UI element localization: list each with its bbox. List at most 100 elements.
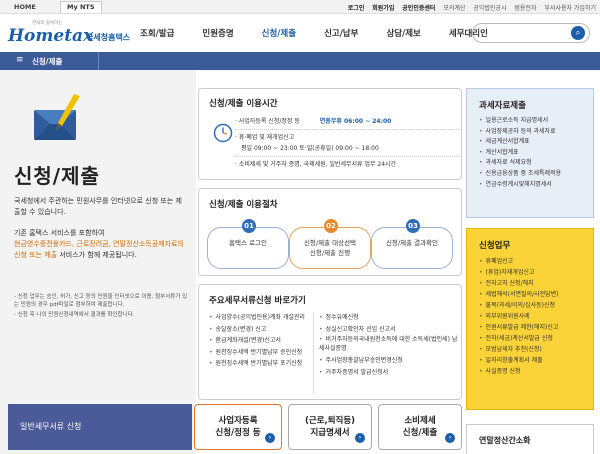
envelope-pen-icon — [34, 94, 80, 140]
page-title: 신청/제출 — [14, 164, 100, 188]
hours-card: 신청/제출 이용시간 · 사업자등록 신청/정정 등 연중무휴 06:00 ~ … — [198, 88, 462, 180]
tax-materials-panel: 과세자료제출 일용근로소득 지급명세서 사업장제공자 등의 과세자료 세금계산서… — [466, 88, 594, 218]
shortcut-link[interactable]: 주사업장총괄납부승인변경신청 — [319, 355, 459, 367]
step-number: 02 — [324, 219, 338, 233]
column-divider — [313, 312, 314, 394]
utility-links: 로그인 회원가입 공인인증센터 모의계산 공익법인공시 범용전자 부서사용자 가… — [342, 3, 596, 12]
consumption-tax-button[interactable]: 소비제세 신청/제출 › — [378, 404, 462, 450]
shortcut-link[interactable]: 정수유예신청 — [319, 312, 459, 324]
shortcut-link[interactable]: 환급계좌개설(변경)신고서 — [209, 335, 305, 347]
nav-certificates[interactable]: 민원증명 — [202, 27, 233, 39]
procedure-step-3[interactable]: 신청/제출 결과확인 03 — [371, 219, 453, 271]
my-nts-tab[interactable]: My NTS — [60, 1, 102, 13]
tax-materials-title: 과세자료제출 — [479, 101, 526, 111]
logo-text: Hometax — [8, 26, 94, 46]
signup-link[interactable]: 회원가입 — [372, 5, 394, 12]
intro-description: 국세청에서 주관하는 민원사무를 인터넷으로 신청 또는 제출할 수 있습니다. — [14, 197, 182, 216]
shortcut-link[interactable]: 거주자증명서 발급신청서 — [319, 367, 459, 379]
materials-link[interactable]: 신용금융상품 중 조세특례적용 — [479, 169, 589, 180]
nav-consult[interactable]: 상담/제보 — [386, 27, 420, 39]
shortcuts-card: 주요세무서류신청 바로가기 사업양수(공익법인용)계좌 개설관리 송달장소(변경… — [198, 284, 462, 400]
sub-navigation: ≡ 신청/제출 — [0, 52, 600, 70]
mock-calc-link[interactable]: 모의계산 — [443, 5, 465, 12]
apply-link[interactable]: 인원서류발급 제한(해지)신고 — [479, 322, 589, 333]
hours-row-2: · 휴·폐업 및 재개업신고 — [235, 129, 459, 143]
clock-icon — [213, 123, 233, 143]
top-utility-bar: HOME My NTS 로그인 회원가입 공인인증센터 모의계산 공익법인공시 … — [0, 0, 600, 14]
shortcuts-left-list: 사업양수(공익법인용)계좌 개설관리 송달장소(변경) 신고 환급계좌개설(변경… — [209, 312, 305, 370]
search-icon[interactable]: ⌕ — [571, 26, 585, 40]
universal-link[interactable]: 범용전자 — [514, 5, 536, 12]
materials-link[interactable]: 일용근로소득 지급명세서 — [479, 116, 589, 127]
year-end-title: 연말정산간소화 — [479, 436, 531, 445]
procedure-card: 신청/제출 이용절차 홈택스 로그인 01 신청/제출 대상선택 신청/제출 진행… — [198, 188, 462, 276]
arrow-right-icon: › — [355, 433, 365, 443]
logo-subtext: 국세청홈택스 — [86, 33, 131, 42]
materials-link[interactable]: 계산서합계표 — [479, 148, 589, 159]
subnav-title[interactable]: 신청/제출 — [32, 56, 62, 67]
payment-statement-button[interactable]: (근로,퇴직등) 지급명세서 › — [288, 404, 372, 450]
year-end-panel[interactable]: 연말정산간소화 — [466, 424, 594, 454]
left-intro-panel: 신청/제출 국세청에서 주관하는 민원사무를 인터넷으로 신청 또는 제출할 수… — [0, 70, 196, 454]
shortcut-link[interactable]: 원천징수세액 반기별납부 포기신청 — [209, 358, 305, 370]
hours-title: 신청/제출 이용시간 — [209, 99, 278, 109]
procedure-step-1[interactable]: 홈택스 로그인 01 — [207, 219, 289, 271]
arrow-right-icon: › — [445, 433, 455, 443]
shortcut-link[interactable]: 사업양수(공익법인용)계좌 개설관리 — [209, 312, 305, 324]
hours-rows: · 사업자등록 신청/정정 등 연중무휴 06:00 ~ 24:00 · 휴·폐… — [235, 116, 459, 170]
main-nav: 조회/발급 민원증명 신청/제출 신고/납부 상담/제보 세무대리인 — [140, 14, 516, 52]
nav-inquiry[interactable]: 조회/발급 — [140, 27, 174, 39]
shortcuts-title: 주요세무서류신청 바로가기 — [209, 296, 306, 306]
service-desc-b: 서비스가 함께 제공됩니다. — [59, 251, 137, 259]
materials-link[interactable]: 연금수령계시및해지명세서 — [479, 180, 589, 191]
shortcut-link[interactable]: 송달장소(변경) 신고 — [209, 324, 305, 336]
nav-report-pay[interactable]: 신고/납부 — [324, 27, 358, 39]
home-tab[interactable]: HOME — [14, 3, 36, 11]
note-2: - 신청 후 나의 민원신청내역에서 결과를 확인합니다. — [14, 312, 135, 318]
hours-row-3: 평일 09:00 ~ 23:00 토·일(공휴일) 09:00 ~ 18:00 — [241, 145, 379, 152]
apply-link[interactable]: 세법해석(서면질의/사전답변) — [479, 289, 589, 300]
apply-link[interactable]: 불복(과세/이의/심사등)신청 — [479, 300, 589, 311]
procedure-step-2[interactable]: 신청/제출 대상선택 신청/제출 진행 02 — [289, 219, 371, 271]
nav-apply-submit[interactable]: 신청/제출 — [262, 27, 296, 39]
note-1: - 신청 업무는 승인, 허가, 신고 등의 민원을 인터넷으로 이용, 첨부서… — [14, 294, 188, 308]
hometax-logo[interactable]: 한국의 앞서가는 Hometax 국세청홈택스 — [6, 20, 136, 50]
materials-link[interactable]: 과세자료 석제요청 — [479, 158, 589, 169]
procedure-title: 신청/제출 이용절차 — [209, 200, 278, 210]
business-registration-button[interactable]: 사업자등록 신청/정정 등 › — [194, 404, 282, 450]
main-header: 한국의 앞서가는 Hometax 국세청홈택스 조회/발급 민원증명 신청/제출… — [0, 14, 600, 52]
login-link[interactable]: 로그인 — [348, 5, 365, 12]
service-description: 기존 홈택스 서비스를 포함하여 현금영수증전용카드, 근로장려금, 연말정산소… — [14, 228, 190, 261]
hours-row-4: · 소비제세 및 거주자 증명, 국제세원, 일반세무서류 업무 24시간 — [235, 156, 459, 170]
materials-link[interactable]: 사업장제공자 등의 과세자료 — [479, 127, 589, 138]
arrow-right-icon: › — [265, 433, 275, 443]
apply-link[interactable]: 일자리창출계획서 제출 — [479, 355, 589, 366]
materials-link[interactable]: 세금계산서합계표 — [479, 137, 589, 148]
tax-materials-list: 일용근로소득 지급명세서 사업장제공자 등의 과세자료 세금계산서합계표 계산서… — [479, 116, 589, 190]
apply-link[interactable]: 모범납세자 추천(신청) — [479, 344, 589, 355]
search-input[interactable]: ⌕ — [472, 23, 590, 43]
menu-icon[interactable]: ≡ — [16, 55, 24, 65]
apply-link[interactable]: 외부위원위원사례 — [479, 311, 589, 322]
certificate-center-link[interactable]: 공인인증센터 — [402, 5, 435, 12]
apply-link[interactable]: (휴업)자재개업신고 — [479, 267, 589, 278]
apply-link[interactable]: 전자(세금)계산서발급 신청 — [479, 333, 589, 344]
apply-tasks-list: 휴폐업신고 (휴업)자재개업신고 전자고지 신청/해지 세법해석(서면질의/사전… — [479, 256, 589, 377]
subnav-divider — [98, 52, 99, 70]
apply-tasks-panel: 신청업무 휴폐업신고 (휴업)자재개업신고 전자고지 신청/해지 세법해석(서면… — [466, 228, 594, 410]
shortcut-link[interactable]: 원천징수세액 반기별납부 승인신청 — [209, 347, 305, 359]
service-desc-a: 기존 홈택스 서비스를 포함하여 — [14, 229, 105, 237]
hours-row-1: · 사업자등록 신청/정정 등 연중무휴 06:00 ~ 24:00 — [235, 118, 392, 125]
general-tax-docs-button[interactable]: 일반세무서류 신청 — [8, 404, 192, 450]
apply-link[interactable]: 사실증명 신청 — [479, 366, 589, 377]
shortcut-link[interactable]: 비거주자등의국내원천소득에 대한 소득세(법인세) 납세사실증명 — [319, 335, 459, 355]
apply-link[interactable]: 휴폐업신고 — [479, 256, 589, 267]
apply-link[interactable]: 전자고지 신청/해지 — [479, 278, 589, 289]
notes: - 신청 업무는 승인, 허가, 신고 등의 민원을 인터넷으로 이용, 첨부서… — [14, 293, 192, 321]
apply-tasks-title: 신청업무 — [479, 241, 511, 251]
dept-user-link[interactable]: 부서사용자 가입하기 — [544, 5, 596, 12]
step-number: 03 — [406, 219, 420, 233]
shortcut-link[interactable]: 성실신고확인자 선임 신고서 — [319, 324, 459, 336]
step-number: 01 — [242, 219, 256, 233]
public-corp-link[interactable]: 공익법인공시 — [473, 5, 506, 12]
